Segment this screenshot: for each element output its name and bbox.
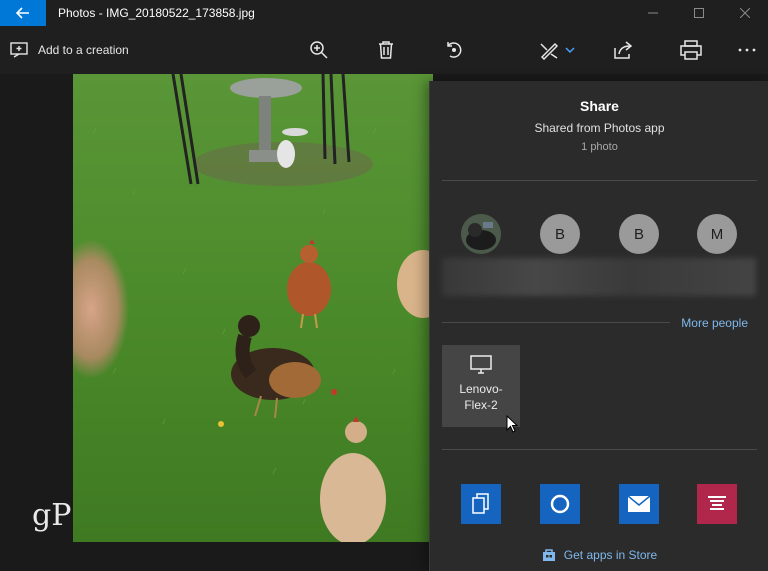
blurred-names [442,258,756,296]
close-button[interactable] [722,0,768,26]
close-icon [740,8,750,18]
more-icon [738,48,756,52]
delete-icon [379,41,393,59]
window-title: Photos - IMG_20180522_173858.jpg [58,6,255,20]
mail-app-tile[interactable] [619,484,659,524]
people-list: B B M [430,214,768,256]
photo-image[interactable] [73,74,433,542]
title-bar: Photos - IMG_20180522_173858.jpg [0,0,768,26]
device-label-line2: Flex-2 [464,398,498,412]
avatar-photo-icon [461,214,501,254]
rotate-button[interactable] [440,26,468,74]
toolbar: Add to a creation [0,26,768,74]
share-button[interactable] [610,26,638,74]
person-avatar[interactable] [461,214,501,254]
print-button[interactable] [677,26,705,74]
copy-app-tile[interactable] [461,484,501,524]
maximize-icon [694,8,704,18]
minimize-button[interactable] [630,0,676,26]
person-initial: B [633,225,644,243]
share-count: 1 photo [581,141,618,153]
share-title: Share [580,98,619,114]
mail-app-icon [627,495,651,512]
get-apps-in-store-link[interactable]: Get apps in Store [430,548,768,562]
more-people-link[interactable]: More people [681,316,748,330]
person-avatar[interactable]: M [697,214,737,254]
zoom-button[interactable] [305,26,333,74]
mouse-cursor-icon [506,415,518,433]
copy-app-icon [472,493,489,514]
cortana-app-tile[interactable] [540,484,580,524]
delete-button[interactable] [372,26,400,74]
rotate-icon [447,42,462,58]
person-initial: B [554,225,565,243]
divider [442,449,757,450]
more-button[interactable] [733,26,761,74]
edit-icon [540,42,559,60]
back-arrow-icon [16,7,29,19]
add-creation-icon [10,42,28,58]
print-icon [680,40,702,60]
back-button[interactable] [0,0,46,26]
store-label: Get apps in Store [563,548,658,562]
edit-dropdown-button[interactable] [535,26,579,74]
add-to-creation-button[interactable]: Add to a creation [10,26,129,74]
device-label-line1: Lenovo- [459,382,503,396]
onenote-app-tile[interactable] [697,484,737,524]
onenote-app-icon [708,496,726,510]
chickens-photo [73,74,433,542]
share-subtitle: Shared from Photos app [534,121,665,135]
store-bag-icon [542,549,555,561]
chevron-down-icon [565,47,575,54]
maximize-button[interactable] [676,0,722,26]
person-initial: M [710,225,724,243]
add-to-creation-label: Add to a creation [38,43,129,57]
divider [442,322,670,323]
watermark-logo: gP [32,498,72,533]
zoom-icon [310,41,328,59]
person-avatar[interactable]: B [619,214,659,254]
pc-monitor-icon [470,355,492,374]
minimize-icon [648,12,658,14]
share-pane: Share Shared from Photos app 1 photo B B… [429,81,768,571]
divider [442,180,757,181]
person-avatar[interactable]: B [540,214,580,254]
share-icon [614,41,633,59]
cortana-app-icon [550,494,570,514]
